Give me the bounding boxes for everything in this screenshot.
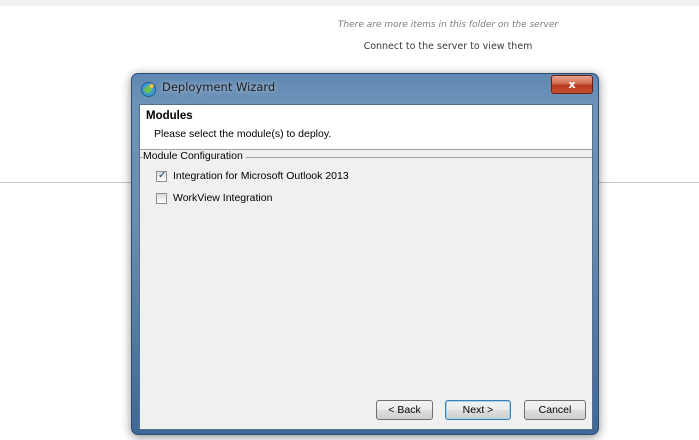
workview-checkbox[interactable] [156, 192, 167, 204]
connect-server-message[interactable]: Connect to the server to view them [0, 41, 699, 52]
module-option-outlook[interactable]: ✓ Integration for Microsoft Outlook 2013 [156, 169, 349, 183]
page-title: Modules [146, 110, 193, 122]
top-bar [0, 0, 699, 6]
close-icon: x [568, 78, 576, 91]
checkmark-icon: ✓ [158, 169, 167, 181]
page-subtitle: Please select the module(s) to deploy. [154, 128, 332, 140]
group-label: Module Configuration [143, 150, 246, 162]
background-divider-right [599, 182, 699, 183]
module-option-workview[interactable]: WorkView Integration [156, 191, 272, 205]
outlook-option-label[interactable]: Integration for Microsoft Outlook 2013 [173, 170, 349, 182]
back-button[interactable]: < Back [376, 400, 433, 420]
wizard-app-icon [140, 81, 157, 98]
next-button[interactable]: Next > [445, 400, 511, 420]
server-items-message: There are more items in this folder on t… [337, 20, 559, 30]
deployment-wizard-dialog: Deployment Wizard x Modules Please selec… [131, 73, 599, 435]
workview-option-label[interactable]: WorkView Integration [173, 192, 272, 204]
background-divider-left [0, 182, 131, 183]
dialog-client-area: Modules Please select the module(s) to d… [139, 104, 593, 430]
wizard-header: Modules Please select the module(s) to d… [140, 105, 592, 150]
dialog-title: Deployment Wizard [162, 80, 276, 94]
outlook-checkbox[interactable]: ✓ [156, 169, 167, 182]
close-button[interactable]: x [551, 75, 593, 94]
cancel-button[interactable]: Cancel [524, 400, 586, 420]
